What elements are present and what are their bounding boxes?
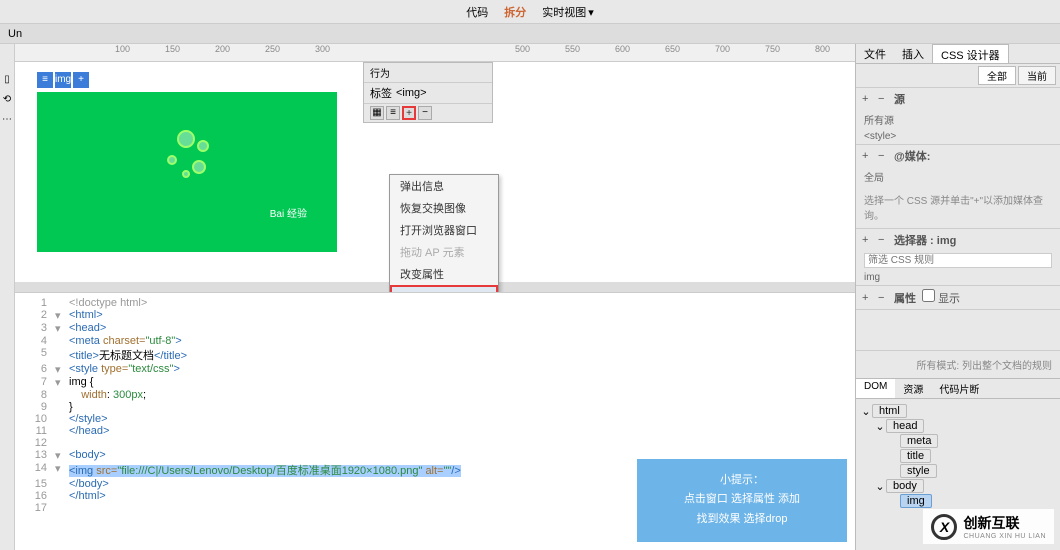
- right-panel-tabs: 文件 插入 CSS 设计器: [856, 44, 1060, 64]
- tab-assets[interactable]: 资源: [895, 379, 931, 398]
- dom-node-html[interactable]: html: [872, 404, 907, 418]
- left-toolbar: ▯ ⟲ ⋯: [0, 44, 15, 550]
- sources-heading: 源: [894, 91, 905, 107]
- selected-image[interactable]: Bai 经验: [37, 92, 337, 252]
- dom-node-img[interactable]: img: [900, 494, 932, 508]
- tab-snippets[interactable]: 代码片断: [931, 379, 987, 398]
- media-note: 选择一个 CSS 源并单击"+"以添加媒体查询。: [856, 186, 1060, 228]
- tab-dom[interactable]: DOM: [856, 379, 895, 398]
- behaviors-view-icon[interactable]: ▦: [370, 106, 384, 120]
- watermark: X 创新互联 CHUANG XIN HU LIAN: [923, 509, 1054, 544]
- tool-1[interactable]: ▯: [1, 74, 13, 86]
- code-editor[interactable]: 1<!doctype html>2▾<html>3▾<head>4<meta c…: [15, 292, 855, 550]
- media-global[interactable]: 全局: [856, 167, 1060, 186]
- behaviors-list-icon[interactable]: ≡: [386, 106, 400, 120]
- tip-title: 小提示：: [649, 471, 835, 491]
- tip-line1: 点击窗口 选择属性 添加: [649, 490, 835, 510]
- horizontal-ruler: 100 150 200 250 300 500 550 600 650 700 …: [15, 44, 855, 62]
- menu-popup-message[interactable]: 弹出信息: [390, 175, 498, 197]
- behaviors-title: 行为: [364, 63, 492, 83]
- tip-overlay: 小提示： 点击窗口 选择属性 添加 找到效果 选择drop: [637, 459, 847, 542]
- menu-restore-swap[interactable]: 恢复交换图像: [390, 197, 498, 219]
- show-set-checkbox[interactable]: [922, 289, 935, 302]
- subtab-all[interactable]: 全部: [978, 66, 1016, 85]
- behaviors-panel: 行为 标签 <img> ▦ ≡ + −: [363, 62, 493, 123]
- element-add-icon[interactable]: +: [73, 72, 89, 88]
- properties-heading: 属性: [894, 290, 916, 306]
- view-mode-tabs: 代码 拆分 实时视图: [0, 0, 1060, 24]
- behaviors-tag-value: <img>: [396, 87, 427, 99]
- remove-media-icon[interactable]: −: [878, 150, 888, 162]
- toggle-icon[interactable]: ⌄: [874, 420, 886, 433]
- watermark-subtext: CHUANG XIN HU LIAN: [963, 533, 1046, 540]
- dom-node-style[interactable]: style: [900, 464, 937, 478]
- document-tab-bar: Un: [0, 24, 1060, 44]
- tab-insert[interactable]: 插入: [894, 44, 932, 63]
- source-all[interactable]: 所有源: [856, 110, 1060, 129]
- menu-drag-ap: 拖动 AP 元素: [390, 241, 498, 263]
- element-tag-label[interactable]: img: [55, 72, 71, 88]
- menu-effects[interactable]: 效果▸: [390, 285, 498, 292]
- behaviors-tag-label: 标签: [370, 85, 392, 101]
- add-behavior-button[interactable]: +: [402, 106, 416, 120]
- menu-open-browser[interactable]: 打开浏览器窗口: [390, 219, 498, 241]
- menu-change-property[interactable]: 改变属性: [390, 263, 498, 285]
- tab-code[interactable]: 代码: [466, 4, 488, 20]
- dom-node-head[interactable]: head: [886, 419, 924, 433]
- add-property-icon[interactable]: +: [862, 292, 872, 304]
- add-source-icon[interactable]: +: [862, 93, 872, 105]
- filter-css-input[interactable]: [864, 253, 1052, 268]
- remove-source-icon[interactable]: −: [878, 93, 888, 105]
- element-menu-icon[interactable]: ≡: [37, 72, 53, 88]
- watermark-text: 创新互联: [963, 513, 1046, 533]
- remove-selector-icon[interactable]: −: [878, 234, 888, 246]
- tab-files[interactable]: 文件: [856, 44, 894, 63]
- watermark-logo-icon: X: [931, 514, 957, 540]
- all-modes-label: 所有模式: 列出整个文档的规则: [856, 350, 1060, 378]
- tip-line2: 找到效果 选择drop: [649, 510, 835, 530]
- image-logo-text: Bai 经验: [270, 205, 307, 220]
- add-selector-icon[interactable]: +: [862, 234, 872, 246]
- subtab-current[interactable]: 当前: [1018, 66, 1056, 85]
- source-style[interactable]: <style>: [856, 129, 1060, 144]
- dom-node-meta[interactable]: meta: [900, 434, 938, 448]
- remove-behavior-button[interactable]: −: [418, 106, 432, 120]
- tab-live-view[interactable]: 实时视图: [542, 4, 594, 20]
- tool-2[interactable]: ⟲: [1, 94, 13, 106]
- selector-img[interactable]: img: [856, 270, 1060, 285]
- tool-3[interactable]: ⋯: [1, 114, 13, 126]
- dom-node-body[interactable]: body: [886, 479, 924, 493]
- element-toolbar: ≡ img +: [37, 72, 89, 88]
- add-media-icon[interactable]: +: [862, 150, 872, 162]
- selectors-heading: 选择器 : img: [894, 232, 956, 248]
- toggle-icon[interactable]: ⌄: [874, 480, 886, 493]
- tab-css-designer[interactable]: CSS 设计器: [932, 44, 1009, 63]
- tab-split[interactable]: 拆分: [504, 4, 526, 20]
- behavior-context-menu: 弹出信息 恢复交换图像 打开浏览器窗口 拖动 AP 元素 改变属性 效果▸ 显示…: [389, 174, 499, 292]
- dom-node-title[interactable]: title: [900, 449, 931, 463]
- right-panel: 文件 插入 CSS 设计器 全部 当前 +−源 所有源 <style> +−@媒…: [855, 44, 1060, 550]
- toggle-icon[interactable]: ⌄: [860, 405, 872, 418]
- design-canvas[interactable]: ≡ img + Bai 经验 行为 标签 <img>: [15, 62, 855, 292]
- document-tab[interactable]: Un: [8, 28, 22, 40]
- media-heading: @媒体:: [894, 148, 930, 164]
